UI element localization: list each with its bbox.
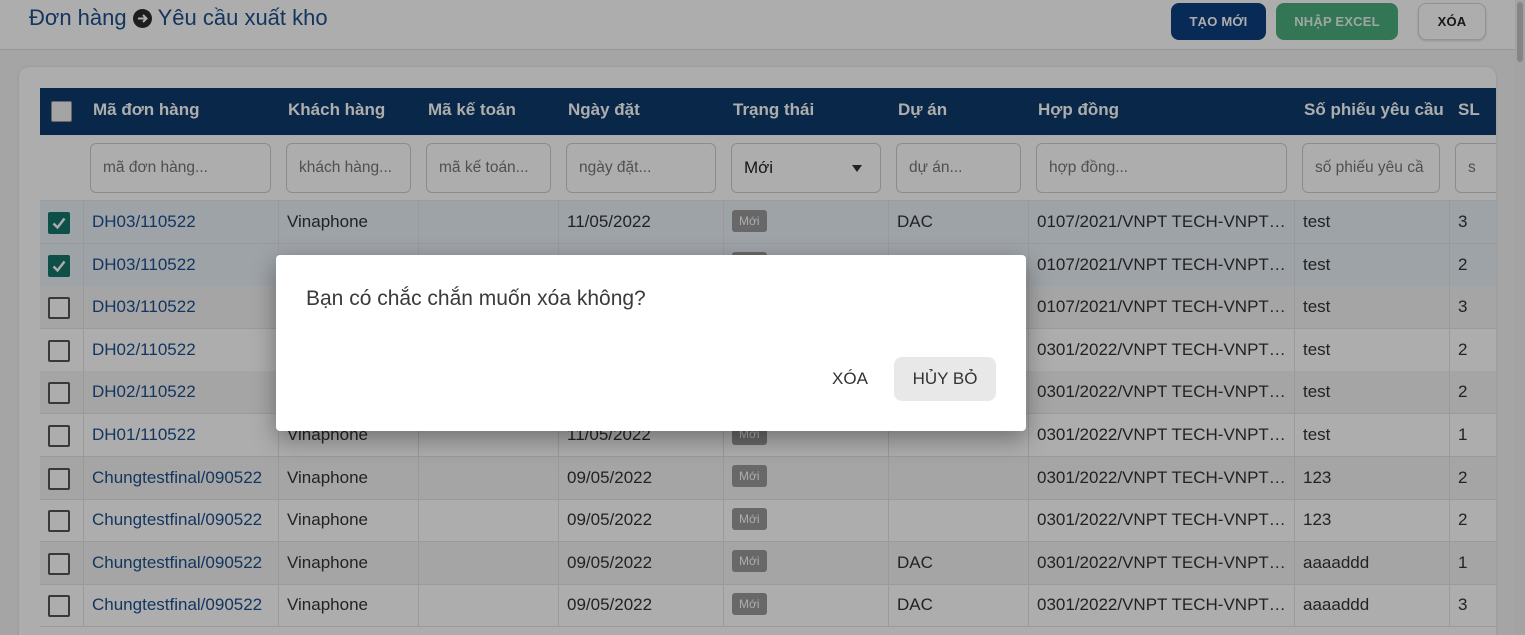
confirm-delete-button[interactable]: XÓA bbox=[824, 357, 876, 401]
cancel-button[interactable]: HỦY BỎ bbox=[894, 357, 996, 401]
confirm-delete-dialog: Bạn có chắc chắn muốn xóa không? XÓA HỦY… bbox=[276, 255, 1026, 431]
dialog-message: Bạn có chắc chắn muốn xóa không? bbox=[306, 287, 646, 310]
